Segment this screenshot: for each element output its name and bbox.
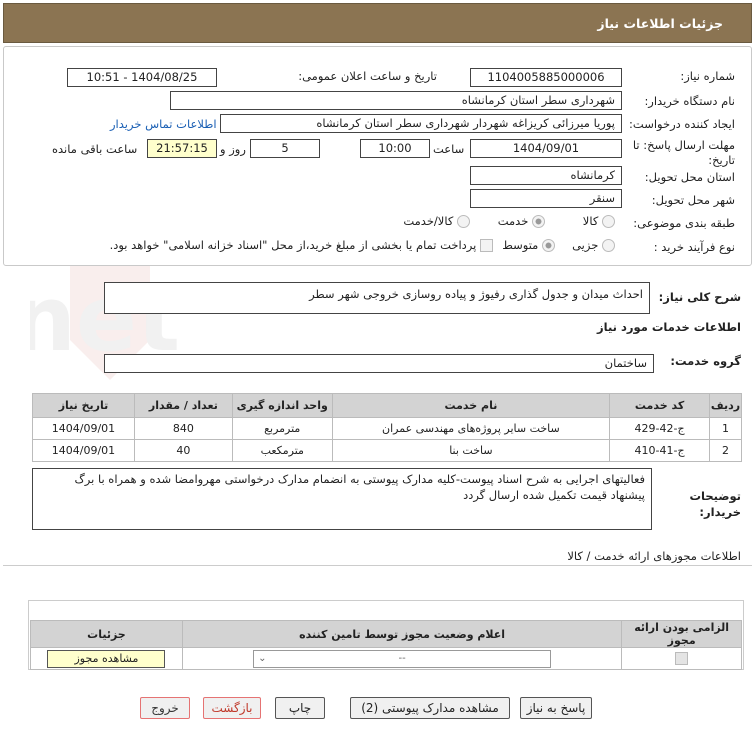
permits-title: اطلاعات مجوزهای ارائه خدمت / کالا: [567, 549, 741, 563]
cell-name: ساخت بنا: [331, 439, 611, 462]
status-cell: -- ⌄: [181, 647, 623, 670]
cell-code: ج-42-429: [609, 417, 711, 440]
col-required: الزامی بودن ارائه مجوز: [621, 620, 742, 648]
permit-status-select[interactable]: -- ⌄: [253, 649, 552, 668]
creator-label: ایجاد کننده درخواست:: [629, 117, 735, 131]
cell-row: 1: [709, 417, 742, 440]
creator-field: پوریا میرزائی کریزاغه شهردار شهرداری سطر…: [220, 114, 622, 133]
province-field: کرمانشاه: [470, 166, 622, 185]
need-no-label: شماره نیاز:: [680, 69, 735, 83]
chevron-down-icon: ⌄: [258, 652, 267, 664]
col-row: ردیف: [709, 393, 742, 418]
reply-button[interactable]: پاسخ به نیاز: [520, 697, 592, 719]
radio-medium[interactable]: [542, 239, 555, 252]
buyer-field: شهرداری سطر استان کرمانشاه: [170, 91, 622, 110]
cell-unit: مترمربع: [231, 417, 333, 440]
table-row: 1 ج-42-429 ساخت سایر پروژه‌های مهندسی عم…: [32, 417, 742, 440]
radio-small[interactable]: [602, 239, 615, 252]
service-group-label: گروه خدمت:: [670, 354, 741, 368]
deadline-label: مهلت ارسال پاسخ: تا تاریخ:: [632, 138, 735, 167]
category-both-option[interactable]: کالا/خدمت: [403, 214, 470, 228]
required-checkbox: [675, 652, 689, 666]
payment-checkbox[interactable]: [480, 239, 493, 252]
city-label: شهر محل تحویل:: [651, 193, 735, 207]
attachments-button[interactable]: مشاهده مدارک پیوستی (2): [350, 697, 510, 719]
process-medium-option[interactable]: متوسط: [502, 238, 555, 252]
summary-textarea[interactable]: احداث میدان و جدول گذاری رفیوژ و پیاده ر…: [104, 282, 650, 314]
required-cell: [621, 647, 742, 670]
cell-name: ساخت سایر پروژه‌های مهندسی عمران: [331, 417, 611, 440]
table-row: 2 ج-41-410 ساخت بنا مترمکعب 40 1404/09/0…: [32, 439, 742, 462]
cell-date: 1404/09/01: [32, 439, 135, 462]
exit-button[interactable]: خروج: [140, 697, 190, 719]
col-name: نام خدمت: [331, 393, 611, 418]
cell-row: 2: [709, 439, 742, 462]
deadline-date-field: 1404/09/01: [470, 139, 622, 158]
divider: [3, 565, 752, 566]
province-label: استان محل تحویل:: [644, 170, 735, 184]
cell-code: ج-41-410: [609, 439, 711, 462]
page-title: جزئیات اطلاعات نیاز: [597, 16, 723, 31]
cell-qty: 840: [133, 417, 233, 440]
category-service-option[interactable]: خدمت: [498, 214, 545, 228]
contact-buyer-link[interactable]: اطلاعات تماس خریدار: [110, 116, 217, 133]
remaining-time-field: 21:57:15: [147, 139, 217, 158]
deadline-time-label: ساعت: [433, 142, 465, 156]
days-field: 5: [250, 139, 320, 158]
view-permit-button[interactable]: مشاهده مجوز: [47, 649, 166, 668]
buyer-notes-label: توضیحات خریدار:: [689, 489, 742, 519]
cell-qty: 40: [133, 439, 233, 462]
category-label: طبقه بندی موضوعی:: [633, 216, 735, 230]
cell-date: 1404/09/01: [32, 417, 135, 440]
col-date: تاریخ نیاز: [32, 393, 135, 418]
category-goods-option[interactable]: کالا: [583, 214, 615, 228]
announce-label: تاریخ و ساعت اعلان عمومی:: [298, 69, 437, 83]
col-code: کد خدمت: [609, 393, 711, 418]
announce-field: 1404/08/25 - 10:51: [67, 68, 217, 87]
service-group-field: ساختمان: [104, 354, 654, 373]
table-row: -- ⌄ مشاهده مجوز: [30, 647, 742, 670]
payment-option[interactable]: پرداخت تمام یا بخشی از مبلغ خرید،از محل …: [110, 238, 493, 252]
col-details: جزئیات: [30, 620, 183, 648]
services-table: ردیف کد خدمت نام خدمت واحد اندازه گیری ت…: [32, 393, 742, 462]
back-button[interactable]: بازگشت: [203, 697, 261, 719]
need-no-field: 1104005885000006: [470, 68, 622, 87]
city-field: سنقر: [470, 189, 622, 208]
radio-service[interactable]: [532, 215, 545, 228]
buyer-notes-textarea[interactable]: فعالیتهای اجرایی به شرح اسناد پیوست-کلیه…: [32, 468, 652, 530]
col-status: اعلام وضعیت مجوز توسط تامین کننده: [181, 620, 623, 648]
remaining-label: ساعت باقی مانده: [52, 142, 138, 156]
radio-goods[interactable]: [602, 215, 615, 228]
process-small-option[interactable]: جزیی: [572, 238, 615, 252]
page-header: جزئیات اطلاعات نیاز: [3, 3, 752, 43]
cell-unit: مترمکعب: [231, 439, 333, 462]
print-button[interactable]: چاپ: [275, 697, 325, 719]
services-info-title: اطلاعات خدمات مورد نیاز: [597, 320, 741, 334]
days-label: روز و: [220, 142, 246, 156]
radio-both[interactable]: [457, 215, 470, 228]
permits-table: الزامی بودن ارائه مجوز اعلام وضعیت مجوز …: [30, 620, 742, 670]
col-unit: واحد اندازه گیری: [231, 393, 333, 418]
services-table-header: ردیف کد خدمت نام خدمت واحد اندازه گیری ت…: [32, 393, 742, 418]
buyer-label: نام دستگاه خریدار:: [644, 94, 735, 108]
summary-label: شرح کلی نیاز:: [658, 290, 741, 304]
details-cell: مشاهده مجوز: [30, 647, 183, 670]
process-label: نوع فرآیند خرید :: [653, 240, 735, 254]
col-qty: تعداد / مقدار: [133, 393, 233, 418]
deadline-time-field: 10:00: [360, 139, 430, 158]
